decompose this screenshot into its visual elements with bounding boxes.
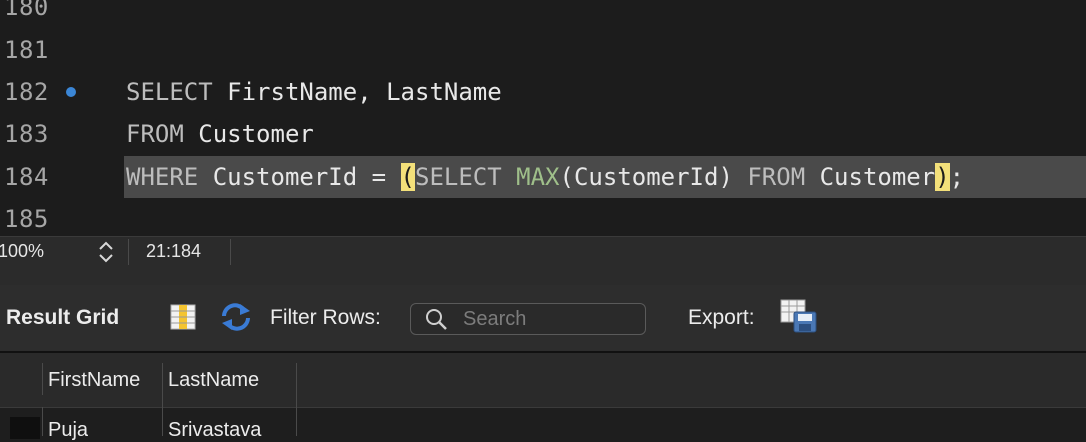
sql-keyword: SELECT: [126, 78, 213, 106]
editor-line[interactable]: 180: [0, 0, 1086, 28]
table-cell[interactable]: Srivastava: [168, 419, 261, 442]
status-separator: [128, 239, 129, 265]
sql-keyword: SELECT: [415, 163, 502, 191]
sql-function: MAX: [516, 163, 560, 191]
line-number: 183: [4, 120, 49, 148]
breakpoint-marker-icon[interactable]: [66, 87, 76, 97]
search-icon: [426, 309, 447, 330]
sql-keyword: FROM: [747, 163, 806, 191]
zoom-level[interactable]: 100%: [0, 241, 44, 262]
column-divider[interactable]: [162, 363, 163, 436]
code-token: Customer: [183, 120, 314, 148]
line-number: 185: [4, 205, 49, 233]
line-number: 180: [4, 0, 49, 21]
code-text[interactable]: WHERE CustomerId = (SELECT MAX(CustomerI…: [126, 156, 964, 198]
status-separator: [230, 239, 231, 265]
column-header-lastname[interactable]: LastName: [168, 369, 259, 392]
line-number: 182: [4, 78, 49, 106]
result-grid[interactable]: FirstName LastName Puja Srivastava: [0, 353, 1086, 441]
editor-line[interactable]: 183 FROM Customer: [0, 113, 1086, 155]
editor-line[interactable]: 185: [0, 198, 1086, 236]
line-number: 184: [4, 163, 49, 191]
sql-keyword: FROM: [126, 120, 184, 148]
code-token: ;: [949, 163, 965, 191]
result-grid-icon[interactable]: [170, 304, 196, 330]
code-token: (CustomerId): [559, 163, 748, 191]
code-text[interactable]: FROM Customer: [126, 113, 314, 155]
filter-rows-label: Filter Rows:: [270, 306, 381, 329]
filter-search-input[interactable]: Search: [410, 303, 646, 335]
code-token: Customer: [805, 163, 936, 191]
column-divider[interactable]: [296, 363, 297, 436]
refresh-icon[interactable]: [220, 302, 252, 332]
editor-line[interactable]: 181: [0, 29, 1086, 71]
cursor-position: 21:184: [146, 241, 202, 261]
panel-divider[interactable]: [0, 267, 1086, 285]
export-icon[interactable]: [780, 299, 818, 333]
code-text[interactable]: SELECT FirstName, LastName: [126, 71, 502, 113]
export-label: Export:: [688, 306, 755, 329]
column-divider: [42, 407, 43, 436]
table-cell[interactable]: Puja: [48, 419, 88, 442]
code-token: CustomerId =: [198, 163, 401, 191]
sql-keyword: WHERE: [126, 163, 199, 191]
stepper-icon[interactable]: [96, 240, 116, 264]
column-header-firstname[interactable]: FirstName: [48, 369, 140, 392]
editor-line[interactable]: 184 WHERE CustomerId = (SELECT MAX(Custom…: [0, 156, 1086, 198]
result-grid-title: Result Grid: [6, 306, 120, 329]
line-number: 181: [4, 36, 49, 64]
code-token: FirstName, LastName: [212, 78, 502, 106]
column-divider[interactable]: [42, 363, 43, 395]
matching-bracket: (: [400, 163, 415, 191]
result-toolbar: Result Grid Filter Rows: Search Export:: [0, 285, 1086, 353]
search-placeholder: Search: [463, 308, 527, 330]
editor-line[interactable]: 182 SELECT FirstName, LastName: [0, 71, 1086, 113]
matching-bracket: ): [935, 163, 950, 191]
editor-status-bar: 100% 21:184: [0, 236, 1086, 267]
sql-editor[interactable]: 180 181 182 SELECT FirstName, LastName 183 FR…: [0, 0, 1086, 236]
